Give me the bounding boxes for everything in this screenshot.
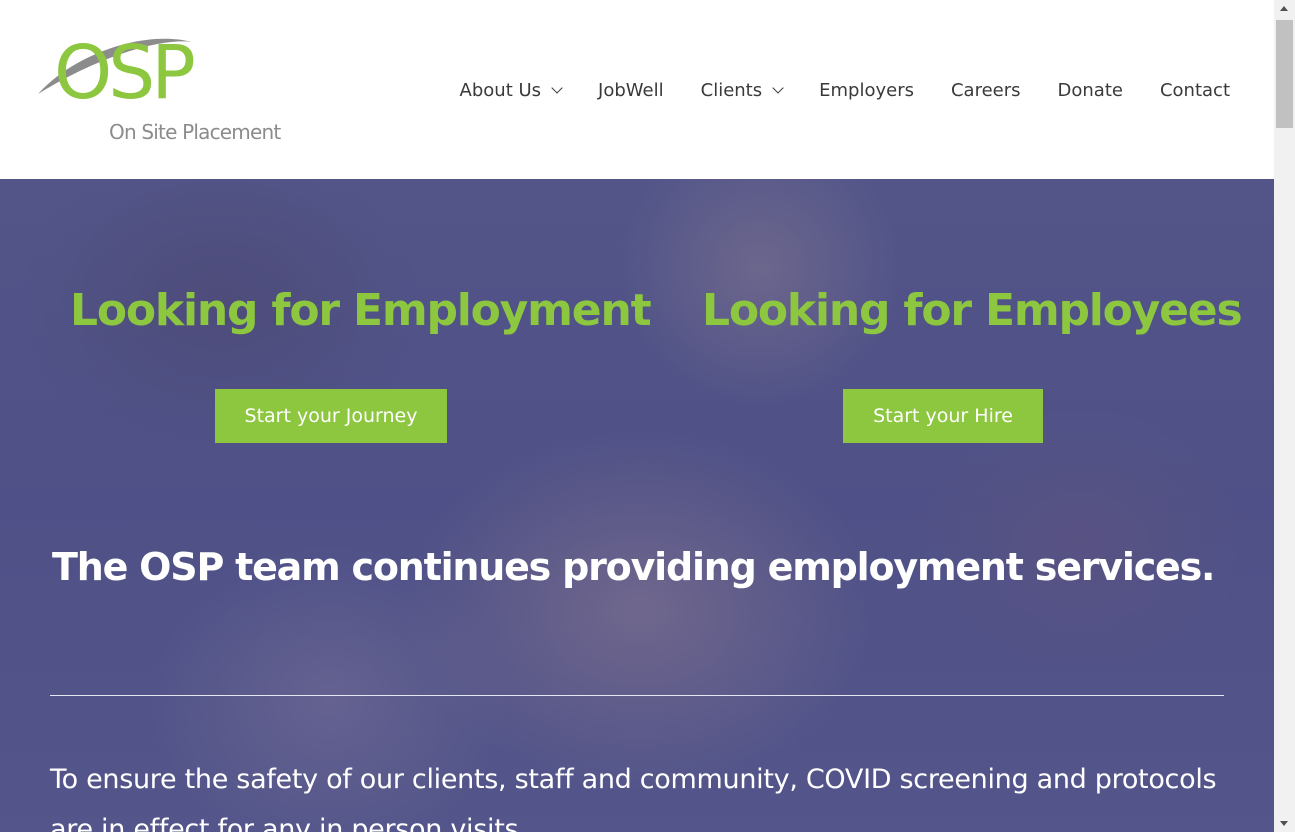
- start-journey-button[interactable]: Start your Journey: [215, 389, 447, 443]
- chevron-down-icon: [772, 81, 784, 94]
- nav-donate-label: Donate: [1057, 79, 1123, 101]
- nav-careers-label: Careers: [950, 79, 1021, 101]
- site-logo[interactable]: OSP On Site Placement: [36, 32, 296, 147]
- nav-about-us-label: About Us: [459, 79, 542, 101]
- nav-clients[interactable]: Clients: [700, 72, 784, 108]
- nav-employers-label: Employers: [819, 79, 914, 101]
- employment-heading: Looking for Employment: [70, 285, 652, 336]
- hero-divider: [50, 695, 1224, 696]
- start-hire-button[interactable]: Start your Hire: [843, 389, 1043, 443]
- nav-careers[interactable]: Careers: [951, 72, 1021, 108]
- nav-clients-label: Clients: [700, 79, 763, 101]
- scroll-thumb[interactable]: [1276, 20, 1293, 128]
- nav-jobwell-label: JobWell: [598, 79, 664, 101]
- hero-tagline: The OSP team continues providing employm…: [52, 545, 1215, 589]
- employees-heading: Looking for Employees: [702, 285, 1243, 336]
- nav-jobwell[interactable]: JobWell: [598, 72, 664, 108]
- nav-donate[interactable]: Donate: [1058, 72, 1123, 108]
- nav-contact-label: Contact: [1159, 79, 1230, 101]
- site-header: OSP On Site Placement About Us JobWell C…: [0, 0, 1274, 179]
- logo-subtitle: On Site Placement: [109, 120, 281, 144]
- nav-employers[interactable]: Employers: [819, 72, 914, 108]
- hero-section: Looking for Employment Looking for Emplo…: [0, 179, 1274, 832]
- scroll-up-arrow-icon[interactable]: [1280, 6, 1288, 11]
- chevron-down-icon: [551, 81, 563, 94]
- covid-notice: To ensure the safety of our clients, sta…: [50, 764, 1217, 832]
- main-navigation: About Us JobWell Clients Employers Caree…: [423, 72, 1230, 108]
- scroll-down-arrow-icon[interactable]: [1280, 821, 1288, 826]
- nav-contact[interactable]: Contact: [1160, 72, 1230, 108]
- hero-background-image: [0, 179, 1274, 832]
- nav-about-us[interactable]: About Us: [459, 72, 563, 108]
- logo-mark: OSP: [54, 30, 196, 116]
- page-scrollbar[interactable]: [1274, 0, 1295, 832]
